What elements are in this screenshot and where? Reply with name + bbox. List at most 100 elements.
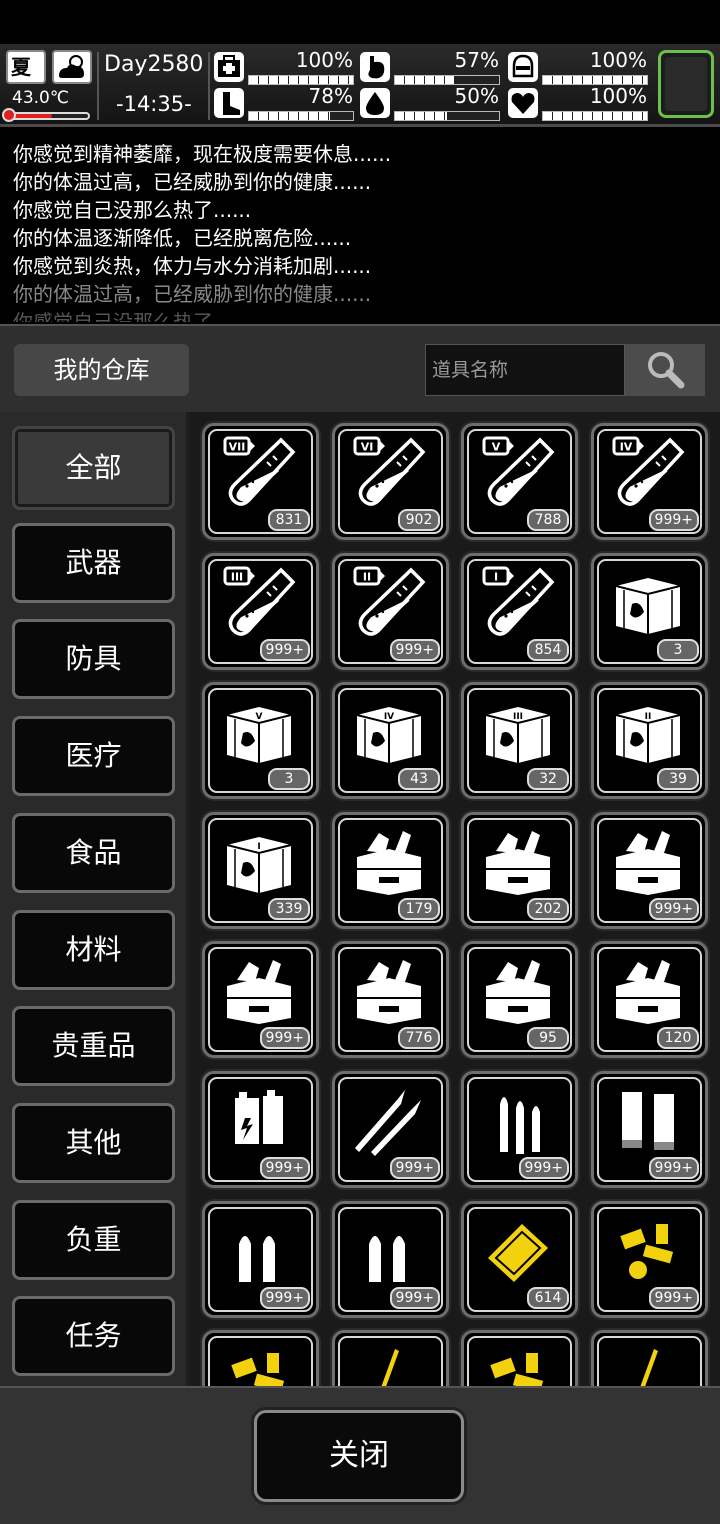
gold-parts-icon bbox=[608, 1212, 688, 1292]
item-count: 43 bbox=[398, 768, 440, 790]
test-tube-iii-icon: III bbox=[219, 564, 299, 644]
category-load[interactable]: 负重 bbox=[12, 1200, 175, 1280]
item-count: 999+ bbox=[259, 1157, 310, 1179]
inventory-slot[interactable]: VI 902 bbox=[332, 423, 449, 540]
heart-icon bbox=[508, 88, 538, 118]
inventory-slot[interactable]: 999+ bbox=[461, 1071, 578, 1188]
test-tube-i-icon: I bbox=[478, 564, 558, 644]
inventory-slot[interactable]: 999+ bbox=[332, 1071, 449, 1188]
item-count: 999+ bbox=[648, 1157, 699, 1179]
inventory-slot[interactable]: 95 bbox=[461, 941, 578, 1058]
svg-text:II: II bbox=[645, 712, 652, 722]
item-count: 120 bbox=[657, 1027, 699, 1049]
inventory-slot[interactable]: I 339 bbox=[202, 812, 319, 929]
warehouse-body: 全部 武器 防具 医疗 食品 材料 贵重品 其他 负重 任务 VII 831 V… bbox=[0, 412, 720, 1386]
inventory-slot[interactable]: VII 831 bbox=[202, 423, 319, 540]
search-field[interactable] bbox=[425, 344, 625, 396]
medkit-icon bbox=[214, 52, 244, 82]
inventory-slot[interactable]: 614 bbox=[461, 1201, 578, 1318]
inventory-slot[interactable]: 3 bbox=[591, 553, 708, 670]
category-quests[interactable]: 任务 bbox=[12, 1296, 175, 1376]
item-count: 999+ bbox=[648, 1287, 699, 1309]
inventory-slot[interactable]: 999+ bbox=[332, 1201, 449, 1318]
category-other[interactable]: 其他 bbox=[12, 1103, 175, 1183]
search-button[interactable] bbox=[625, 344, 705, 396]
category-weapons[interactable]: 武器 bbox=[12, 523, 175, 603]
item-count: 39 bbox=[657, 768, 699, 790]
item-count: 999+ bbox=[648, 898, 699, 920]
item-count: 999+ bbox=[389, 1157, 440, 1179]
category-all[interactable]: 全部 bbox=[12, 426, 175, 510]
inventory-slot[interactable]: 999+ bbox=[202, 1071, 319, 1188]
crate-ii-icon: II bbox=[608, 693, 688, 773]
test-tube-v-icon: V bbox=[478, 434, 558, 514]
log-line: 你感觉到炎热，体力与水分消耗加剧...... bbox=[13, 254, 372, 278]
test-tube-ii-icon: II bbox=[349, 564, 429, 644]
inventory-slot[interactable]: 179 bbox=[332, 812, 449, 929]
svg-text:IV: IV bbox=[620, 441, 633, 454]
category-valuables[interactable]: 贵重品 bbox=[12, 1006, 175, 1086]
shotgun-shell-icon bbox=[608, 1082, 688, 1162]
inventory-slot[interactable]: 999+ bbox=[202, 941, 319, 1058]
inventory-slot[interactable]: 120 bbox=[591, 941, 708, 1058]
category-armor[interactable]: 防具 bbox=[12, 619, 175, 699]
item-count: 999+ bbox=[259, 639, 310, 661]
bullets-icon bbox=[478, 1082, 558, 1162]
warehouse-panel: 我的仓库 全部 武器 防具 医疗 食品 材料 贵重品 其他 负重 任务 VII bbox=[0, 324, 720, 1524]
category-food[interactable]: 食品 bbox=[12, 813, 175, 893]
inventory-slot[interactable]: IV 999+ bbox=[591, 423, 708, 540]
inventory-slot[interactable]: 999+ bbox=[591, 1201, 708, 1318]
status-bar: 夏 43.0℃ Day2580 -14:35- 100% 57% 100% 78… bbox=[0, 44, 720, 127]
boot-icon bbox=[214, 88, 244, 118]
svg-text:III: III bbox=[231, 571, 243, 584]
inventory-slot[interactable] bbox=[202, 1330, 319, 1386]
crate-iii-icon: III bbox=[478, 693, 558, 773]
inventory-slot[interactable]: I 854 bbox=[461, 553, 578, 670]
inventory-slot[interactable] bbox=[332, 1330, 449, 1386]
crate-v-icon: V bbox=[219, 693, 299, 773]
log-line: 你的体温过高，已经威胁到你的健康...... bbox=[13, 282, 372, 306]
weather-icon bbox=[52, 50, 92, 84]
category-materials[interactable]: 材料 bbox=[12, 910, 175, 990]
svg-text:II: II bbox=[363, 571, 371, 584]
temperature-bar bbox=[6, 112, 90, 120]
inventory-slot[interactable]: V 788 bbox=[461, 423, 578, 540]
test-tube-vii-icon: VII bbox=[219, 434, 299, 514]
item-count: 999+ bbox=[389, 639, 440, 661]
inventory-slot[interactable]: 776 bbox=[332, 941, 449, 1058]
inventory-slot[interactable]: V 3 bbox=[202, 682, 319, 799]
crate-iv-icon: IV bbox=[349, 693, 429, 773]
gold-chest-icon bbox=[608, 564, 688, 644]
category-sidebar[interactable]: 全部 武器 防具 医疗 食品 材料 贵重品 其他 负重 任务 bbox=[0, 412, 186, 1386]
inventory-slot[interactable]: II 39 bbox=[591, 682, 708, 799]
item-count: 3 bbox=[657, 639, 699, 661]
item-count: 999+ bbox=[259, 1027, 310, 1049]
item-count: 999+ bbox=[648, 509, 699, 531]
tool-pouch-icon bbox=[349, 952, 429, 1032]
message-log: 你感觉到精神萎靡，现在极度需要休息...... 你的体温过高，已经威胁到你的健康… bbox=[0, 138, 720, 322]
item-count: 3 bbox=[268, 768, 310, 790]
item-count: 999+ bbox=[389, 1287, 440, 1309]
search-input[interactable] bbox=[426, 345, 624, 395]
category-medical[interactable]: 医疗 bbox=[12, 716, 175, 796]
inventory-slot[interactable]: II 999+ bbox=[332, 553, 449, 670]
close-button[interactable]: 关闭 bbox=[254, 1410, 464, 1502]
quick-slot[interactable] bbox=[658, 50, 714, 118]
pistol-bullets-icon bbox=[349, 1212, 429, 1292]
inventory-slot[interactable]: 202 bbox=[461, 812, 578, 929]
inventory-slot[interactable]: 999+ bbox=[202, 1201, 319, 1318]
car-toolbox-2-icon bbox=[608, 952, 688, 1032]
inventory-slot[interactable]: 999+ bbox=[591, 812, 708, 929]
gold-shells-icon bbox=[219, 1341, 299, 1386]
inventory-slot[interactable] bbox=[591, 1330, 708, 1386]
item-grid[interactable]: VII 831 VI 902 V 788 IV 999+ III 999+ II… bbox=[190, 412, 720, 1386]
inventory-slot[interactable]: 999+ bbox=[591, 1071, 708, 1188]
drill-icon bbox=[349, 1341, 429, 1386]
svg-text:VII: VII bbox=[229, 441, 246, 454]
svg-text:I: I bbox=[494, 571, 498, 584]
inventory-slot[interactable]: III 999+ bbox=[202, 553, 319, 670]
item-count: 999+ bbox=[259, 1287, 310, 1309]
inventory-slot[interactable]: III 32 bbox=[461, 682, 578, 799]
inventory-slot[interactable] bbox=[461, 1330, 578, 1386]
inventory-slot[interactable]: IV 43 bbox=[332, 682, 449, 799]
